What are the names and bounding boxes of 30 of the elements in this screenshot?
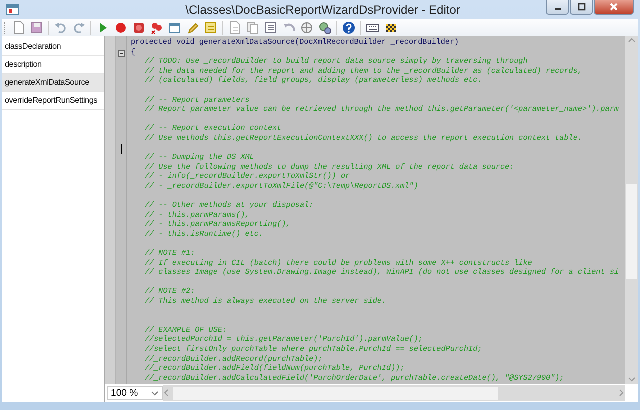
collapse-icon[interactable] xyxy=(118,50,124,57)
close-button[interactable] xyxy=(594,0,634,15)
app-icon xyxy=(6,2,20,16)
close-icon xyxy=(609,3,619,11)
scrollbar-thumb[interactable] xyxy=(626,184,637,279)
help-icon[interactable] xyxy=(342,20,356,34)
window-icon[interactable] xyxy=(168,20,182,34)
maximize-button[interactable] xyxy=(570,0,593,15)
pages-icon[interactable] xyxy=(246,20,260,34)
method-list-item[interactable]: classDeclaration xyxy=(2,38,104,56)
scroll-left-icon[interactable] xyxy=(163,389,171,397)
redo-icon[interactable] xyxy=(72,20,86,34)
method-list-item[interactable]: generateXmlDataSource xyxy=(2,74,104,92)
caret-icon xyxy=(151,390,159,396)
scroll-right-icon[interactable] xyxy=(617,389,625,397)
page-icon[interactable] xyxy=(228,20,242,34)
circles-cross-icon[interactable] xyxy=(150,20,164,34)
scrollbar-thumb[interactable] xyxy=(173,386,498,400)
minimize-button[interactable] xyxy=(546,0,569,15)
method-list-item[interactable]: overrideReportRunSettings xyxy=(2,92,104,110)
circle-icon[interactable] xyxy=(114,20,128,34)
maximize-icon xyxy=(576,3,586,11)
undo-icon[interactable] xyxy=(54,20,68,34)
note-icon[interactable] xyxy=(204,20,218,34)
rounded-square-icon[interactable] xyxy=(132,20,146,34)
list-icon[interactable] xyxy=(264,20,278,34)
zoom-dropdown[interactable]: 100 % xyxy=(107,386,163,400)
scroll-up-icon[interactable] xyxy=(626,36,636,44)
scroll-down-icon[interactable] xyxy=(626,376,636,384)
window-title: \Classes\DocBasicReportWizardDsProvider - Editor xyxy=(184,2,462,16)
